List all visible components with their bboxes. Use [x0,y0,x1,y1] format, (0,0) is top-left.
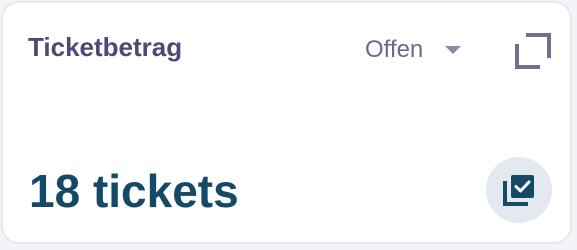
status-filter-dropdown[interactable]: Offen [365,33,462,67]
status-filter-label: Offen [365,36,424,63]
ticket-amount-card: Ticketbetrag Offen 18 tickets [1,1,572,244]
chevron-down-icon [445,46,462,54]
ticket-check-icon [503,175,534,206]
card-title: Ticketbetrag [28,32,183,62]
ticket-count-value: 18 tickets [29,165,239,217]
ticket-badge [486,157,552,223]
expand-icon[interactable] [514,32,552,70]
expand-icon-graphic [515,33,551,69]
